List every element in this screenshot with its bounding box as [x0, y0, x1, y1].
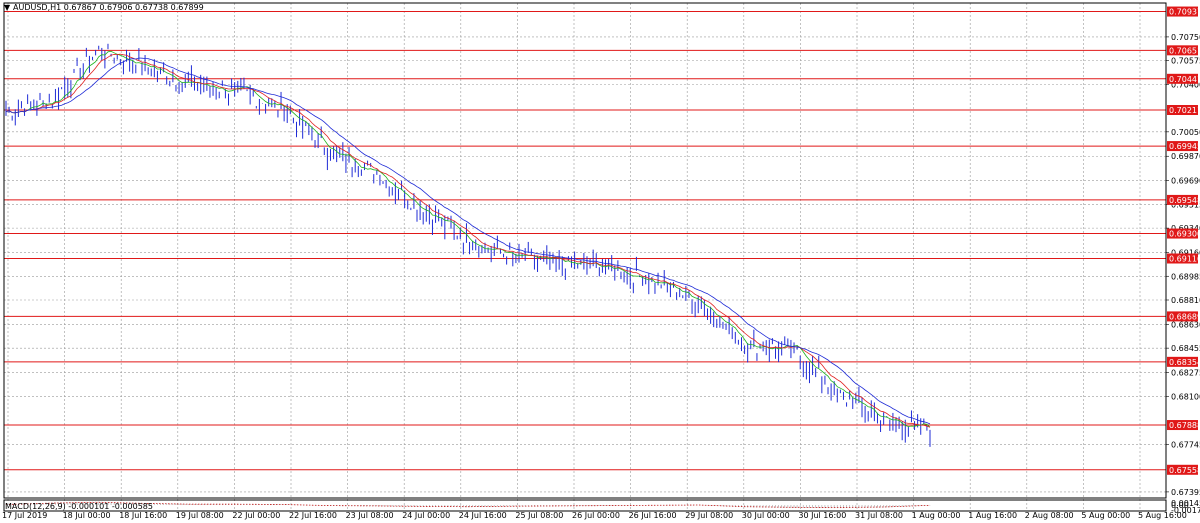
- time-label: 22 Jul 00:00: [232, 511, 280, 520]
- price-label: 0.68275: [1171, 369, 1200, 378]
- level-label: 0.69945: [1169, 142, 1200, 151]
- price-label: 0.68455: [1171, 344, 1200, 353]
- level-label: 0.69548: [1169, 196, 1200, 205]
- time-label: 24 Jul 00:00: [402, 511, 450, 520]
- level-label: 0.70937: [1169, 8, 1200, 17]
- level-label: 0.68354: [1169, 358, 1200, 367]
- time-label: 31 Jul 08:00: [855, 511, 903, 520]
- level-label: 0.69116: [1169, 255, 1200, 264]
- price-label: 0.69690: [1171, 177, 1200, 186]
- triangle-down-icon[interactable]: ▼: [4, 3, 11, 12]
- time-label: 23 Jul 08:00: [346, 511, 394, 520]
- time-label: 22 Jul 16:00: [289, 511, 337, 520]
- time-label: 18 Jul 16:00: [119, 511, 167, 520]
- time-label: 2 Aug 08:00: [1025, 511, 1074, 520]
- time-label: 26 Jul 16:00: [629, 511, 677, 520]
- price-label: 0.68630: [1171, 320, 1200, 329]
- price-label: 0.68985: [1171, 272, 1200, 281]
- price-label: 0.69870: [1171, 152, 1200, 161]
- time-label: 19 Jul 08:00: [176, 511, 224, 520]
- time-label: 5 Aug 16:00: [1138, 511, 1187, 520]
- level-label: 0.70211: [1169, 106, 1200, 115]
- time-label: 17 Jul 2019: [2, 511, 47, 520]
- chart-title: AUDUSD,H1 0.67867 0.67906 0.67738 0.6789…: [13, 3, 204, 12]
- price-label: 0.67745: [1171, 440, 1200, 449]
- price-label: 0.70750: [1171, 33, 1200, 42]
- time-label: 5 Aug 00:00: [1081, 511, 1130, 520]
- price-axis[interactable]: 0.707500.705750.704000.700500.698700.696…: [1166, 6, 1200, 497]
- price-label: 0.68100: [1171, 392, 1200, 401]
- level-label: 0.68689: [1169, 312, 1200, 321]
- trading-chart[interactable]: 0.707500.705750.704000.700500.698700.696…: [0, 0, 1200, 523]
- time-label: 25 Jul 08:00: [515, 511, 563, 520]
- level-label: 0.70651: [1169, 46, 1200, 55]
- time-label: 1 Aug 00:00: [912, 511, 961, 520]
- time-label: 24 Jul 16:00: [459, 511, 507, 520]
- time-label: 1 Aug 16:00: [968, 511, 1017, 520]
- level-label: 0.67558: [1169, 466, 1200, 475]
- time-label: 26 Jul 00:00: [572, 511, 620, 520]
- time-axis[interactable]: 17 Jul 2019 18 Jul 00:00 18 Jul 16:00 19 Ju…: [2, 511, 1187, 520]
- price-label: 0.70050: [1171, 128, 1200, 137]
- price-label: 0.67395: [1171, 488, 1200, 497]
- time-label: 30 Jul 16:00: [798, 511, 846, 520]
- price-label: 0.68810: [1171, 296, 1200, 305]
- price-label: 0.70575: [1171, 57, 1200, 66]
- level-label: 0.67888: [1169, 421, 1200, 430]
- level-label: 0.70441: [1169, 75, 1200, 84]
- level-label: 0.69300: [1169, 230, 1200, 239]
- time-label: 18 Jul 00:00: [63, 511, 111, 520]
- time-label: 30 Jul 00:00: [742, 511, 790, 520]
- time-label: 29 Jul 08:00: [685, 511, 733, 520]
- macd-title: MACD(12,26,9) -0.000101 -0.000585: [5, 502, 153, 511]
